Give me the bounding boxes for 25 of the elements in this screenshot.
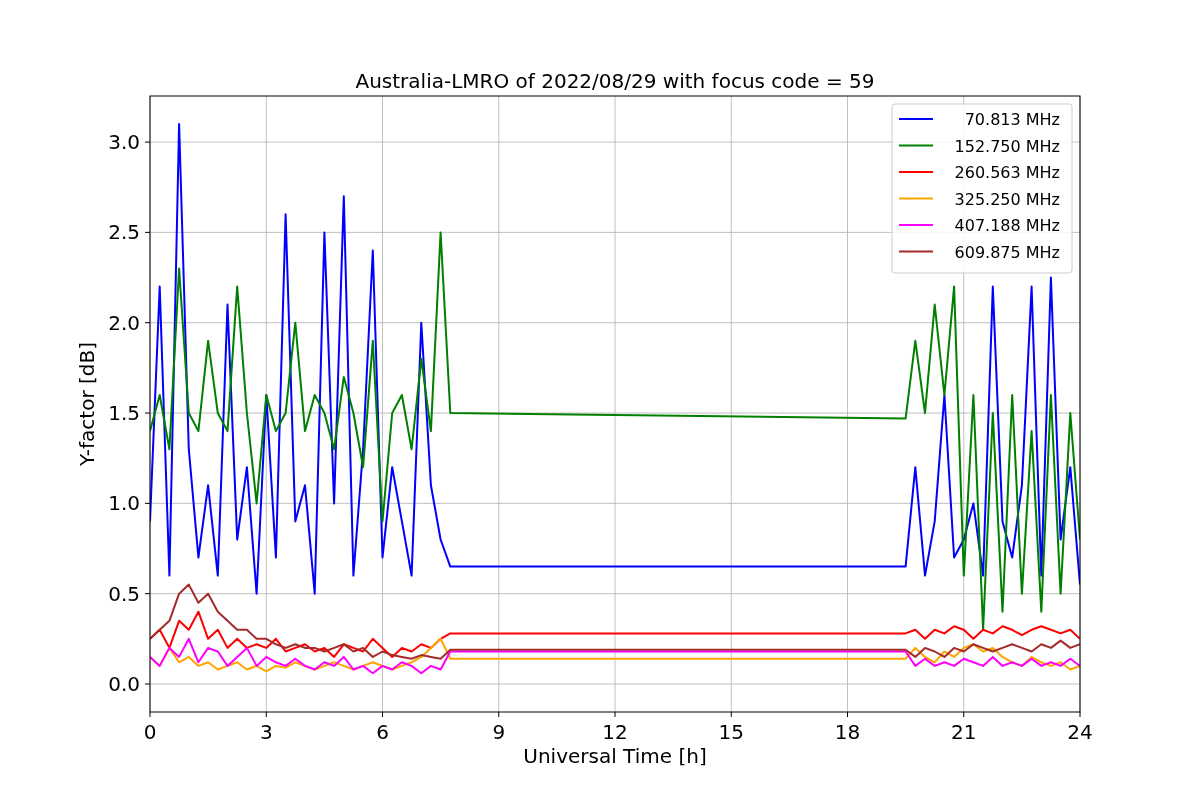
y-tick-label: 0.0 [108, 672, 140, 696]
chart-title: Australia-LMRO of 2022/08/29 with focus code = 59 [355, 69, 875, 93]
legend-label: 325.250 MHz [954, 189, 1060, 209]
y-tick-label: 1.0 [108, 491, 140, 516]
x-tick-label: 18 [834, 720, 861, 744]
legend-label: 152.750 MHz [954, 136, 1060, 156]
x-tick-label: 9 [492, 720, 506, 744]
legend-label: 260.563 MHz [954, 163, 1060, 182]
y-tick-label: 1.5 [108, 401, 140, 426]
legend-label: 407.188 MHz [954, 216, 1060, 235]
y-tick-label: 3.0 [108, 130, 140, 155]
legend-label: 70.813 MHz [964, 110, 1060, 129]
y-tick-label: 2.0 [108, 310, 140, 335]
x-tick-label: 21 [951, 720, 977, 744]
x-axis-label: Universal Time [h] [523, 744, 707, 768]
x-tick-label: 24 [1067, 720, 1093, 744]
x-tick-label: 15 [718, 720, 744, 744]
x-tick-label: 0 [143, 720, 157, 744]
x-tick-label: 6 [376, 720, 389, 744]
y-tick-label: 2.5 [108, 220, 140, 245]
x-tick-label: 3 [259, 720, 273, 744]
legend-label: 609.875 MHz [954, 242, 1060, 262]
y-tick-label: 0.5 [108, 581, 140, 606]
x-tick-label: 12 [602, 720, 628, 744]
y-axis-label: Y-factor [dB] [75, 342, 99, 466]
